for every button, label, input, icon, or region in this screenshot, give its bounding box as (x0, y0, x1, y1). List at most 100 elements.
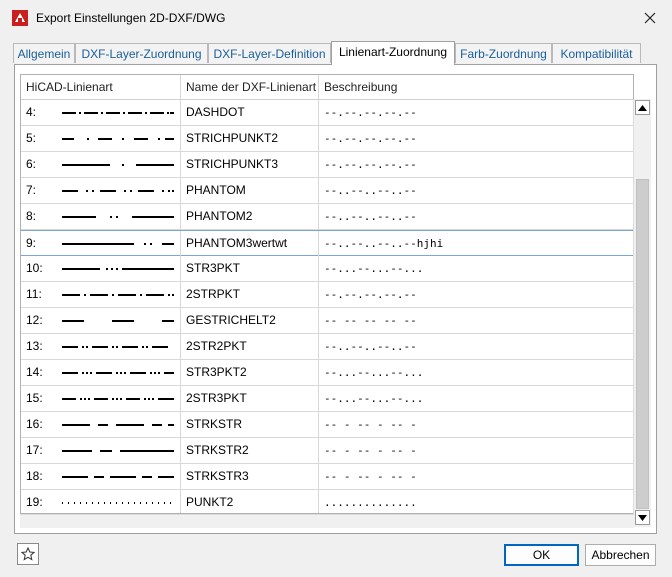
scroll-down-button[interactable] (635, 510, 650, 525)
pattern-segment (110, 476, 136, 478)
table-row[interactable]: 16: STRKSTR -- - -- - -- - (21, 412, 633, 438)
linetype-description[interactable]: -- - -- - -- - (319, 464, 633, 489)
dxf-linetype-name[interactable]: STRICHPUNKT2 (181, 126, 319, 151)
table-row[interactable]: 19: PUNKT2.............. (21, 490, 633, 513)
pattern-segment (62, 112, 76, 114)
pattern-segment (172, 294, 174, 296)
linetype-description[interactable]: --..--..--..-- (319, 178, 633, 203)
linetype-description[interactable]: --...--...--... (319, 386, 633, 411)
linetype-description[interactable]: --..--..--..--hjhi (319, 231, 633, 256)
tab-linienart-zuordnung[interactable]: Linienart-Zuordnung (331, 41, 455, 65)
pattern-segment (165, 138, 174, 140)
pattern-segment (62, 294, 80, 296)
table-row[interactable]: 14: STR3PKT2 --...--...--... (21, 360, 633, 386)
dxf-linetype-name[interactable]: PUNKT2 (181, 490, 319, 513)
table-row[interactable]: 13: 2STR2PKT --..--..--..-- (21, 334, 633, 360)
pattern-segment (62, 138, 74, 140)
pattern-segment (142, 346, 144, 348)
linetype-description[interactable]: --.--.--.--.-- (319, 282, 633, 307)
pattern-segment (94, 398, 108, 400)
pattern-segment (170, 502, 171, 504)
scroll-up-button[interactable] (635, 100, 650, 115)
pattern-segment (148, 398, 150, 400)
dxf-linetype-name[interactable]: STRICHPUNKT3 (181, 152, 319, 177)
column-header-dxf-name[interactable]: Name der DXF-Linienart (181, 75, 319, 99)
pattern-segment (86, 502, 87, 504)
dxf-linetype-name[interactable]: STR3PKT2 (181, 360, 319, 385)
tab-kompatibilitaet[interactable]: Kompatibilität (552, 43, 641, 63)
table-row[interactable]: 18: STRKSTR3 -- - -- - -- - (21, 464, 633, 490)
dxf-linetype-name[interactable]: STR3PKT (181, 256, 319, 281)
linetype-description[interactable]: --.--.--.--.-- (319, 100, 633, 125)
pattern-segment (145, 112, 147, 114)
pattern-segment (110, 216, 112, 218)
linetype-pattern (62, 112, 174, 114)
pattern-segment (126, 398, 140, 400)
linetype-description[interactable]: --..--..--..-- (319, 204, 633, 229)
table-row[interactable]: 7: PHANTOM --..--..--..-- (21, 178, 633, 204)
tab-allgemein[interactable]: Allgemein (13, 43, 75, 63)
linetype-description[interactable]: --.--.--.--.-- (319, 126, 633, 151)
table-row[interactable]: 9: PHANTOM3wertwt --..--..--..--hjhi (21, 230, 633, 256)
column-header-hicad-linienart[interactable]: HiCAD-Linienart (21, 75, 181, 99)
dxf-linetype-name[interactable]: DASHDOT (181, 100, 319, 125)
pattern-segment (170, 112, 174, 114)
dxf-linetype-name[interactable]: STRKSTR (181, 412, 319, 437)
table-row[interactable]: 12: GESTRICHELT2 -- -- -- -- -- (21, 308, 633, 334)
pattern-segment (111, 268, 113, 270)
pattern-segment (62, 398, 76, 400)
close-button[interactable] (636, 6, 664, 30)
table-row[interactable]: 10: STR3PKT --...--...--... (21, 256, 633, 282)
pattern-segment (84, 294, 86, 296)
tab-dxf-layer-zuordnung[interactable]: DXF-Layer-Zuordnung (75, 43, 208, 63)
cancel-button[interactable]: Abbrechen (585, 544, 656, 566)
table-row[interactable]: 6: STRICHPUNKT3 --.--.--.--.-- (21, 152, 633, 178)
pattern-segment (124, 190, 126, 192)
linetype-description[interactable]: --..--..--..-- (319, 334, 633, 359)
dxf-linetype-name[interactable]: PHANTOM (181, 178, 319, 203)
linetype-description[interactable]: -- - -- - -- - (319, 412, 633, 437)
linetype-pattern (62, 294, 174, 296)
title-bar: Export Einstellungen 2D-DXF/DWG (0, 0, 672, 36)
horizontal-scrollbar[interactable] (20, 514, 634, 528)
scrollbar-thumb[interactable] (636, 179, 649, 509)
linetype-description[interactable]: --...--...--... (319, 360, 633, 385)
pattern-segment (116, 398, 118, 400)
linetype-description[interactable]: .............. (319, 490, 633, 513)
ok-button[interactable]: OK (504, 544, 579, 566)
table-row[interactable]: 4: DASHDOT --.--.--.--.-- (21, 100, 633, 126)
linetype-description[interactable]: -- - -- - -- - (319, 438, 633, 463)
dxf-linetype-name[interactable]: 2STRPKT (181, 282, 319, 307)
dxf-linetype-name[interactable]: STRKSTR3 (181, 464, 319, 489)
table-row[interactable]: 8: PHANTOM2 --..--..--..-- (21, 204, 633, 230)
pattern-segment (92, 346, 108, 348)
tab-farb-zuordnung[interactable]: Farb-Zuordnung (455, 43, 552, 63)
table-row[interactable]: 15: 2STR3PKT --...--...--... (21, 386, 633, 412)
dxf-linetype-name[interactable]: PHANTOM2 (181, 204, 319, 229)
linetype-description[interactable]: --...--...--... (319, 256, 633, 281)
pattern-segment (62, 476, 88, 478)
table-row[interactable]: 5: STRICHPUNKT2 --.--.--.--.-- (21, 126, 633, 152)
column-header-beschreibung[interactable]: Beschreibung (319, 75, 633, 99)
table-row[interactable]: 17: STRKSTR2 -- - -- - -- - (21, 438, 633, 464)
linetype-description[interactable]: -- -- -- -- -- (319, 308, 633, 333)
window-title: Export Einstellungen 2D-DXF/DWG (36, 11, 226, 25)
pattern-segment (90, 372, 92, 374)
linetype-description[interactable]: --.--.--.--.-- (319, 152, 633, 177)
pattern-segment (120, 450, 174, 452)
dxf-linetype-name[interactable]: STRKSTR2 (181, 438, 319, 463)
pattern-segment (92, 190, 94, 192)
pattern-segment (110, 502, 111, 504)
table-row[interactable]: 11: 2STRPKT --.--.--.--.-- (21, 282, 633, 308)
pattern-segment (136, 164, 174, 166)
tab-dxf-layer-definition[interactable]: DXF-Layer-Definition (208, 43, 331, 63)
dxf-linetype-name[interactable]: GESTRICHELT2 (181, 308, 319, 333)
dxf-linetype-name[interactable]: 2STR3PKT (181, 386, 319, 411)
pattern-segment (144, 243, 146, 245)
dxf-linetype-name[interactable]: 2STR2PKT (181, 334, 319, 359)
dxf-linetype-name[interactable]: PHANTOM3wertwt (181, 231, 319, 256)
pattern-segment (150, 243, 152, 245)
pattern-segment (62, 190, 78, 192)
favorite-button[interactable] (17, 543, 39, 565)
vertical-scrollbar[interactable] (633, 99, 651, 527)
